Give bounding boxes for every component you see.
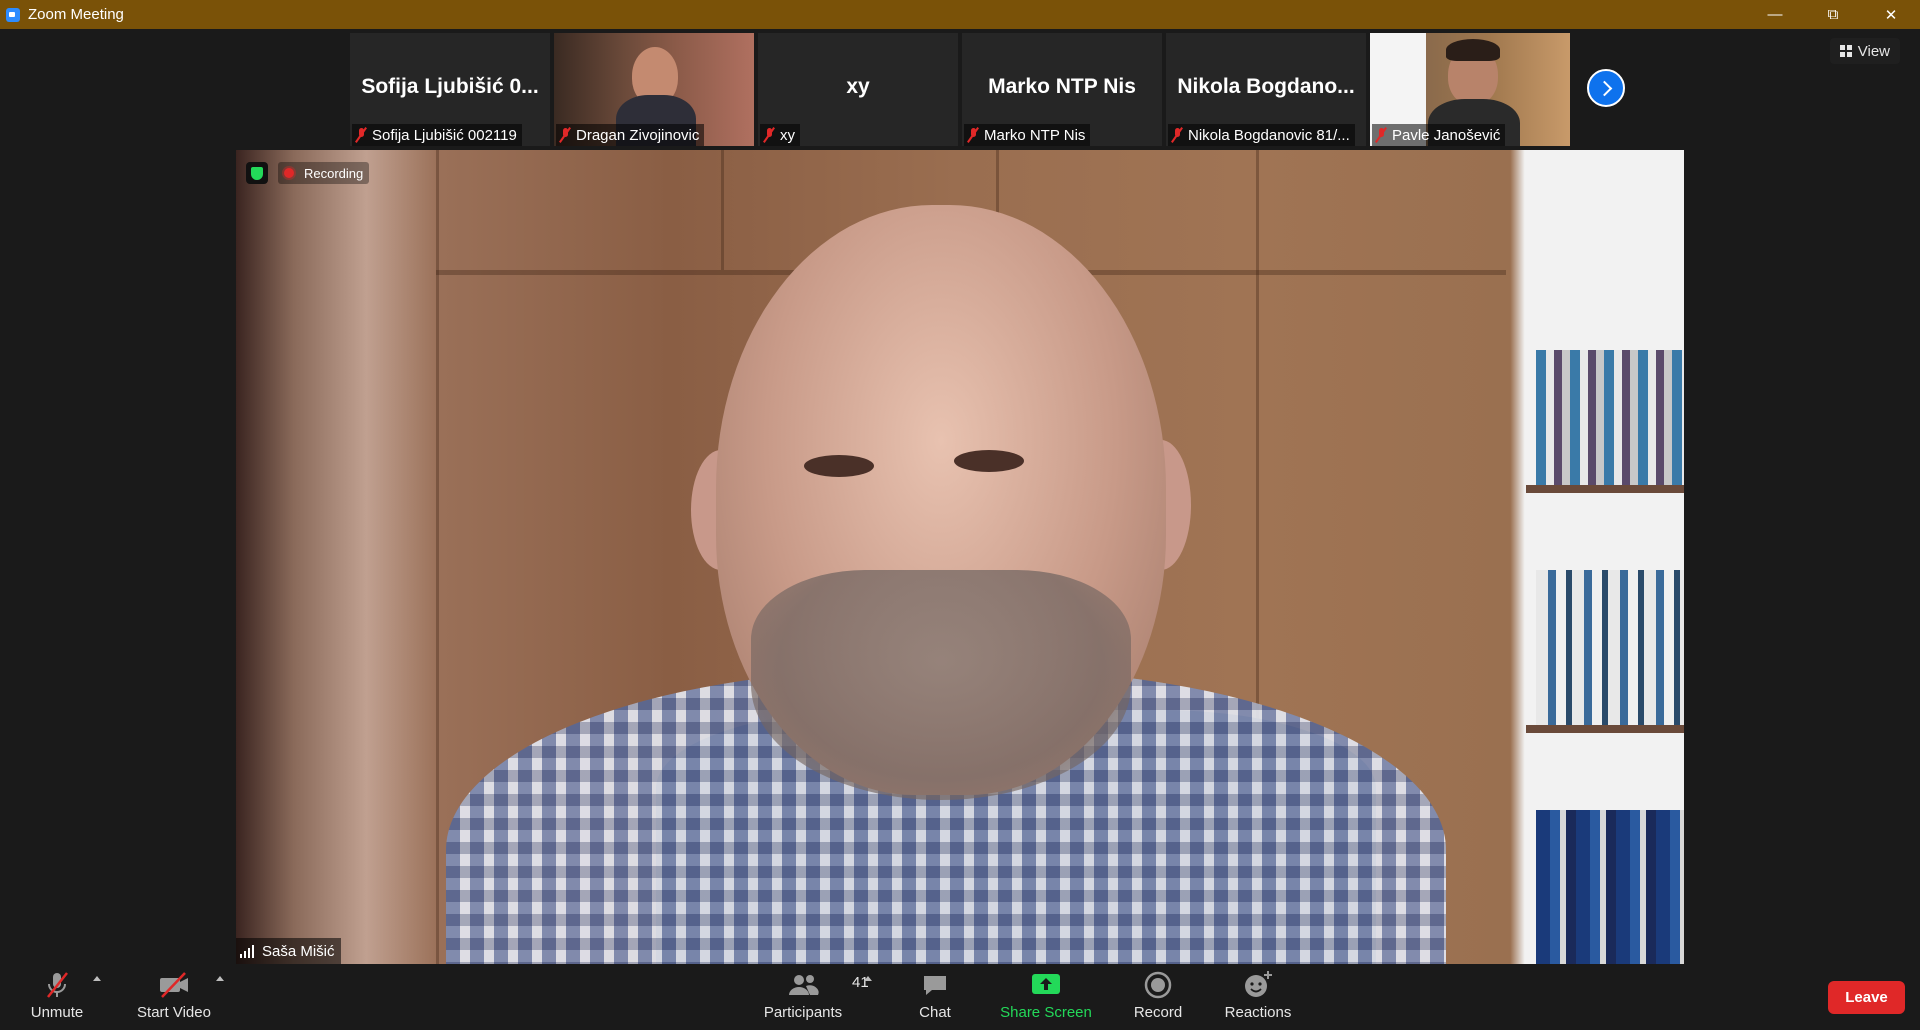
mic-off-icon (42, 970, 72, 1000)
share-screen-button[interactable]: Share Screen (998, 970, 1094, 1026)
speaker-name: Saša Mišić (262, 942, 335, 960)
next-page-button[interactable] (1587, 69, 1625, 107)
mic-muted-icon (1376, 127, 1386, 143)
participant-name: Sofija Ljubišić 002119 (372, 126, 517, 144)
reactions-button[interactable]: Reactions (1222, 970, 1294, 1026)
minimize-icon[interactable]: — (1746, 0, 1804, 29)
mic-muted-icon (1172, 127, 1182, 143)
active-speaker-video: Recording Saša Mišić (236, 150, 1684, 964)
participants-button[interactable]: 41 Participants (760, 970, 869, 1026)
participant-tile[interactable]: Nikola Bogdano... Nikola Bogdanovic 81/.… (1166, 33, 1366, 146)
recording-label: Recording (304, 165, 364, 181)
cabinet-edge (721, 150, 724, 270)
speaker-eye (954, 450, 1024, 472)
participant-name: Marko NTP Nis (984, 126, 1086, 144)
participants-label: Participants (763, 1004, 843, 1021)
participant-display-name: Marko NTP Nis (988, 75, 1136, 98)
participant-name: Dragan Zivojinovic (576, 126, 700, 144)
start-video-button[interactable]: Start Video (134, 970, 214, 1026)
participant-label: Dragan Zivojinovic (556, 124, 705, 146)
books (1536, 350, 1684, 485)
title-bar: Zoom Meeting — ⧉ ✕ (0, 0, 1920, 29)
participant-tile[interactable]: Dragan Zivojinovic (554, 33, 754, 146)
record-label: Record (1133, 1004, 1183, 1021)
view-label: View (1857, 42, 1890, 60)
participant-display-name: Sofija Ljubišić 0... (361, 75, 539, 98)
participants-options-caret-icon[interactable] (864, 976, 872, 981)
participant-tile[interactable]: xy xy (758, 33, 958, 146)
unmute-button[interactable]: Unmute (26, 970, 88, 1026)
chat-bubble-icon (920, 970, 950, 1000)
mic-muted-icon (560, 127, 570, 143)
participant-video-hair (1446, 39, 1500, 61)
books (1536, 810, 1684, 964)
participant-name: Nikola Bogdanovic 81/... (1188, 126, 1350, 144)
participant-label: xy (760, 124, 800, 146)
close-icon[interactable]: ✕ (1862, 0, 1920, 29)
participant-tile[interactable]: Marko NTP Nis Marko NTP Nis (962, 33, 1162, 146)
speaker-label: Saša Mišić (236, 938, 341, 964)
participants-icon: 41 (786, 970, 869, 1000)
bookshelf (1526, 485, 1684, 493)
participant-label: Marko NTP Nis (964, 124, 1091, 146)
smiley-plus-icon (1242, 970, 1274, 1000)
participant-display-name: Nikola Bogdano... (1177, 75, 1355, 98)
audio-options-caret-icon[interactable] (93, 976, 101, 981)
reactions-label: Reactions (1224, 1004, 1292, 1021)
meeting-toolbar: Unmute Start Video 41 Participants Chat … (0, 964, 1920, 1030)
record-button[interactable]: Record (1130, 970, 1186, 1026)
mic-muted-icon (356, 127, 366, 143)
leave-button[interactable]: Leave (1828, 981, 1905, 1014)
share-screen-label: Share Screen (1000, 1004, 1092, 1021)
speaker-eye (804, 455, 874, 477)
bookshelf (1526, 725, 1684, 733)
zoom-app-icon (6, 7, 20, 22)
chat-label: Chat (919, 1004, 951, 1021)
encryption-shield-icon[interactable] (246, 162, 268, 184)
unmute-label: Unmute (30, 1004, 84, 1021)
signal-strength-icon (240, 944, 256, 958)
grid-icon (1839, 45, 1852, 57)
restore-icon[interactable]: ⧉ (1804, 0, 1862, 29)
recording-indicator[interactable]: Recording (278, 162, 370, 184)
books (1536, 570, 1684, 725)
gallery-strip: Sofija Ljubišić 0... Sofija Ljubišić 002… (350, 33, 1570, 146)
recording-dot-icon (284, 168, 294, 178)
view-button[interactable]: View (1829, 38, 1900, 64)
participant-label: Nikola Bogdanovic 81/... (1168, 124, 1355, 146)
mic-muted-icon (968, 127, 978, 143)
start-video-label: Start Video (137, 1004, 211, 1021)
chat-button[interactable]: Chat (910, 970, 960, 1026)
participant-display-name: xy (846, 75, 870, 98)
participant-tile[interactable]: Sofija Ljubišić 0... Sofija Ljubišić 002… (350, 33, 550, 146)
video-off-icon (157, 970, 191, 1000)
video-options-caret-icon[interactable] (216, 976, 224, 981)
record-icon (1143, 970, 1173, 1000)
speaker-beard (751, 570, 1131, 800)
share-screen-icon (1030, 970, 1062, 1000)
participant-tile[interactable]: Pavle Janošević (1370, 33, 1570, 146)
mic-muted-icon (764, 127, 774, 143)
window-title: Zoom Meeting (28, 6, 124, 23)
participant-name: xy (780, 126, 795, 144)
participant-label: Pavle Janošević (1372, 124, 1506, 146)
participant-label: Sofija Ljubišić 002119 (352, 124, 522, 146)
participant-name: Pavle Janošević (1392, 126, 1501, 144)
